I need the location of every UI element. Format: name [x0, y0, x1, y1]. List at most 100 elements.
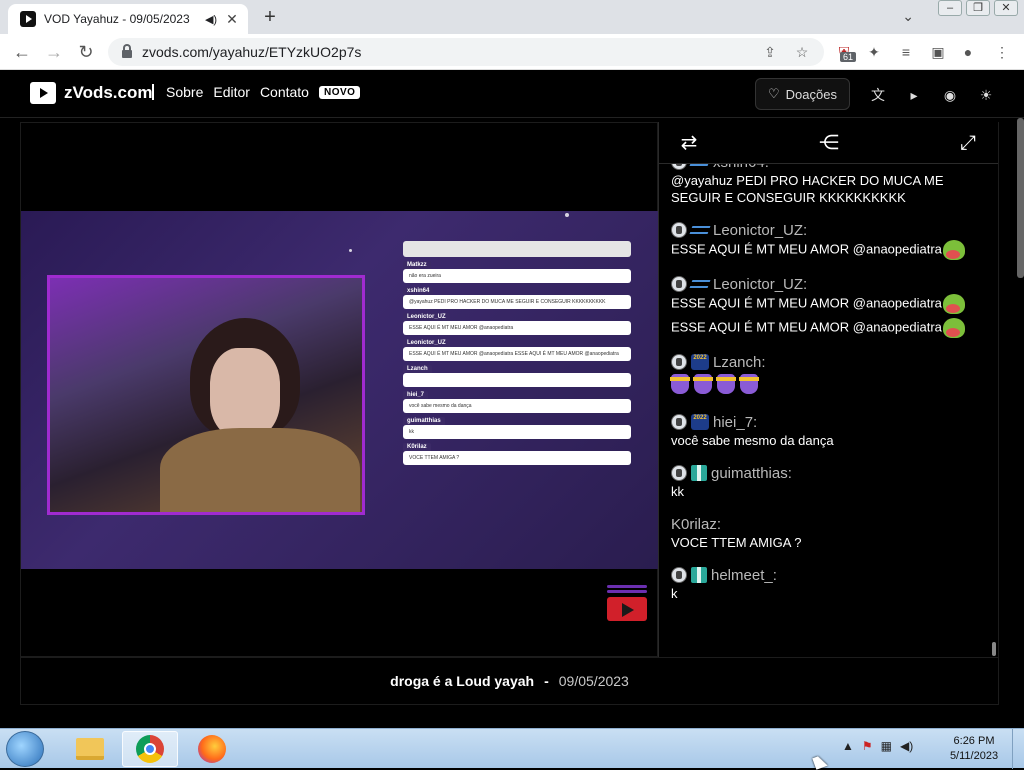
volume-icon[interactable]: ◀) — [900, 739, 913, 753]
donate-label: Doações — [785, 86, 837, 102]
start-button[interactable] — [6, 731, 44, 767]
streamer-body — [160, 428, 360, 512]
action-center-flag-icon[interactable]: ⚑ — [862, 739, 873, 753]
terminal-icon[interactable]: ▸ — [905, 86, 923, 104]
network-icon[interactable]: ▦ — [881, 739, 892, 753]
taskbar-chrome[interactable] — [122, 731, 178, 767]
chrome-icon — [136, 735, 164, 763]
chat-username[interactable]: Lzanch: — [713, 354, 766, 371]
donate-button[interactable]: ♡ Doações — [755, 78, 850, 110]
star-decoration — [349, 249, 352, 252]
swap-arrows-icon[interactable]: ⇄ — [677, 132, 701, 154]
menu-kebab-icon[interactable]: ⋮ — [992, 42, 1012, 62]
browser-tab[interactable]: VOD Yayahuz - 09/05/2023 ◀) ✕ — [8, 4, 248, 34]
watermark-line — [607, 585, 647, 588]
nav-link-contato[interactable]: Contato — [260, 84, 309, 100]
clock-date: 5/11/2023 — [949, 750, 999, 762]
firefox-icon — [198, 735, 226, 763]
forward-arrow-icon[interactable]: → — [42, 40, 66, 64]
stream-chat-user: Leonictor_UZ — [403, 339, 450, 347]
chat-message: guimatthias: kk — [671, 463, 988, 500]
stream-chat-text: não era zueira — [409, 273, 441, 279]
system-clock[interactable]: 6:26 PM 5/11/2023 — [944, 734, 1004, 764]
media-queue-icon[interactable]: ≡ — [896, 42, 916, 62]
side-panel-icon[interactable]: ▣ — [928, 42, 948, 62]
site-logo[interactable]: zVods.com — [30, 82, 152, 104]
user-badge-icon — [671, 465, 687, 481]
chat-username[interactable]: Leonictor_UZ: — [713, 222, 807, 239]
theme-sun-icon[interactable]: ☀ — [977, 86, 995, 104]
chat-messages[interactable]: xshin64: @yayahuz PEDI PRO HACKER DO MUC… — [659, 154, 998, 616]
share-icon[interactable]: ⇪ — [760, 42, 780, 62]
page-scrollbar[interactable] — [1017, 118, 1024, 278]
nav-link-editor[interactable]: Editor — [213, 84, 250, 100]
stream-chat-user: Lzanch — [403, 365, 432, 373]
clock-time: 6:26 PM — [953, 735, 995, 747]
chat-message: 2022 Lzanch: — [670, 352, 988, 398]
chat-username[interactable]: hiei_7: — [713, 414, 757, 431]
tray-expand-icon[interactable]: ▲ — [842, 739, 854, 753]
show-desktop-button[interactable] — [1012, 729, 1024, 769]
site-header: zVods.com Sobre Editor Contato NOVO ♡ Do… — [0, 70, 1024, 118]
new-tab-button[interactable]: + — [258, 6, 282, 28]
stream-chat-message: Matkzz não era zueira — [403, 261, 631, 283]
stream-chat-message: guimatthias kk — [403, 417, 631, 439]
reload-icon[interactable]: ↻ — [74, 40, 98, 64]
chat-username[interactable]: helmeet_: — [711, 567, 777, 584]
extensions-puzzle-icon[interactable]: ✦ — [864, 42, 884, 62]
expand-icon[interactable]: ⤢ — [956, 132, 980, 154]
decoration-badge-icon — [689, 226, 711, 234]
stream-chat-text: você sabe mesmo da dança — [409, 403, 472, 409]
chat-text: você sabe mesmo da dança — [671, 433, 834, 448]
streamer-face — [210, 348, 280, 438]
vod-title: droga é a Loud yayah — [390, 673, 535, 689]
taskbar-explorer[interactable] — [62, 731, 118, 767]
stream-chat-text: ESSE AQUI É MT MEU AMOR @anaopediatra ES… — [409, 351, 619, 357]
chat-message: Leonictor_UZ: ESSE AQUI É MT MEU AMOR @a… — [671, 220, 988, 260]
chat-username[interactable]: K0rilaz: — [671, 516, 721, 533]
site-nav: Sobre Editor Contato NOVO — [152, 84, 361, 100]
taskbar-firefox[interactable] — [184, 731, 240, 767]
address-bar[interactable]: zvods.com/yayahuz/ETYzkUO2p7s — [108, 38, 824, 66]
stream-chat-overlay: Matkzz não era zueira xshin64 @yayahuz PED… — [403, 241, 631, 470]
user-badge-icon — [671, 222, 687, 238]
gift-badge-icon — [691, 567, 707, 583]
chat-username[interactable]: Leonictor_UZ: — [713, 276, 807, 293]
chat-text: kk — [671, 484, 684, 499]
watermark-line — [607, 590, 647, 593]
browser-toolbar: ← → ↻ zvods.com/yayahuz/ETYzkUO2p7s ⇪ ☆ … — [0, 34, 1024, 70]
stream-chat-user: guimatthias — [403, 417, 445, 425]
chat-message: Leonictor_UZ: ESSE AQUI É MT MEU AMOR @a… — [671, 274, 988, 338]
tab-close-icon[interactable]: ✕ — [224, 11, 240, 28]
bookmark-star-icon[interactable]: ☆ — [792, 42, 812, 62]
stream-chat-message: Lzanch — [403, 365, 631, 387]
year-2022-badge-icon: 2022 — [691, 354, 709, 370]
video-player[interactable]: Matkzz não era zueira xshin64 @yayahuz PED… — [20, 122, 659, 657]
chat-text: ESSE AQUI É MT MEU AMOR @anaopediatra — [671, 295, 942, 311]
chat-username[interactable]: guimatthias: — [711, 465, 792, 482]
profile-avatar-icon[interactable]: ● — [958, 42, 978, 62]
new-badge: NOVO — [318, 85, 361, 99]
share-nodes-icon[interactable]: ⋲ — [817, 132, 841, 154]
minimize-button[interactable]: – — [938, 0, 962, 16]
chat-message: 2022 hiei_7: você sabe mesmo da dança — [671, 412, 988, 449]
speaker-icon[interactable]: ◀) — [204, 13, 218, 26]
browser-tab-bar: VOD Yayahuz - 09/05/2023 ◀) ✕ + ⌄ – ❐ ✕ — [0, 0, 1024, 34]
discord-icon[interactable]: ◉ — [941, 86, 959, 104]
window-controls: – ❐ ✕ — [938, 0, 1018, 20]
maximize-button[interactable]: ❐ — [966, 0, 990, 16]
frog-emote-icon — [942, 294, 965, 314]
close-window-button[interactable]: ✕ — [994, 0, 1018, 16]
tab-search-chevron-icon[interactable]: ⌄ — [902, 8, 914, 25]
translate-icon[interactable]: 文 — [869, 86, 887, 104]
title-separator: - — [544, 673, 549, 689]
back-arrow-icon[interactable]: ← — [10, 40, 34, 64]
chat-message: K0rilaz: VOCE TTEM AMIGA ? — [671, 514, 988, 551]
url-text: zvods.com/yayahuz/ETYzkUO2p7s — [142, 44, 362, 60]
watermark-play-box — [607, 597, 647, 621]
chat-scrollbar[interactable] — [992, 642, 996, 656]
purple-emote-icon — [739, 374, 759, 394]
chat-header: ⇄ ⋲ ⤢ — [659, 122, 998, 164]
nav-link-sobre[interactable]: Sobre — [166, 84, 203, 100]
stream-chat-user: Matkzz — [403, 261, 431, 269]
